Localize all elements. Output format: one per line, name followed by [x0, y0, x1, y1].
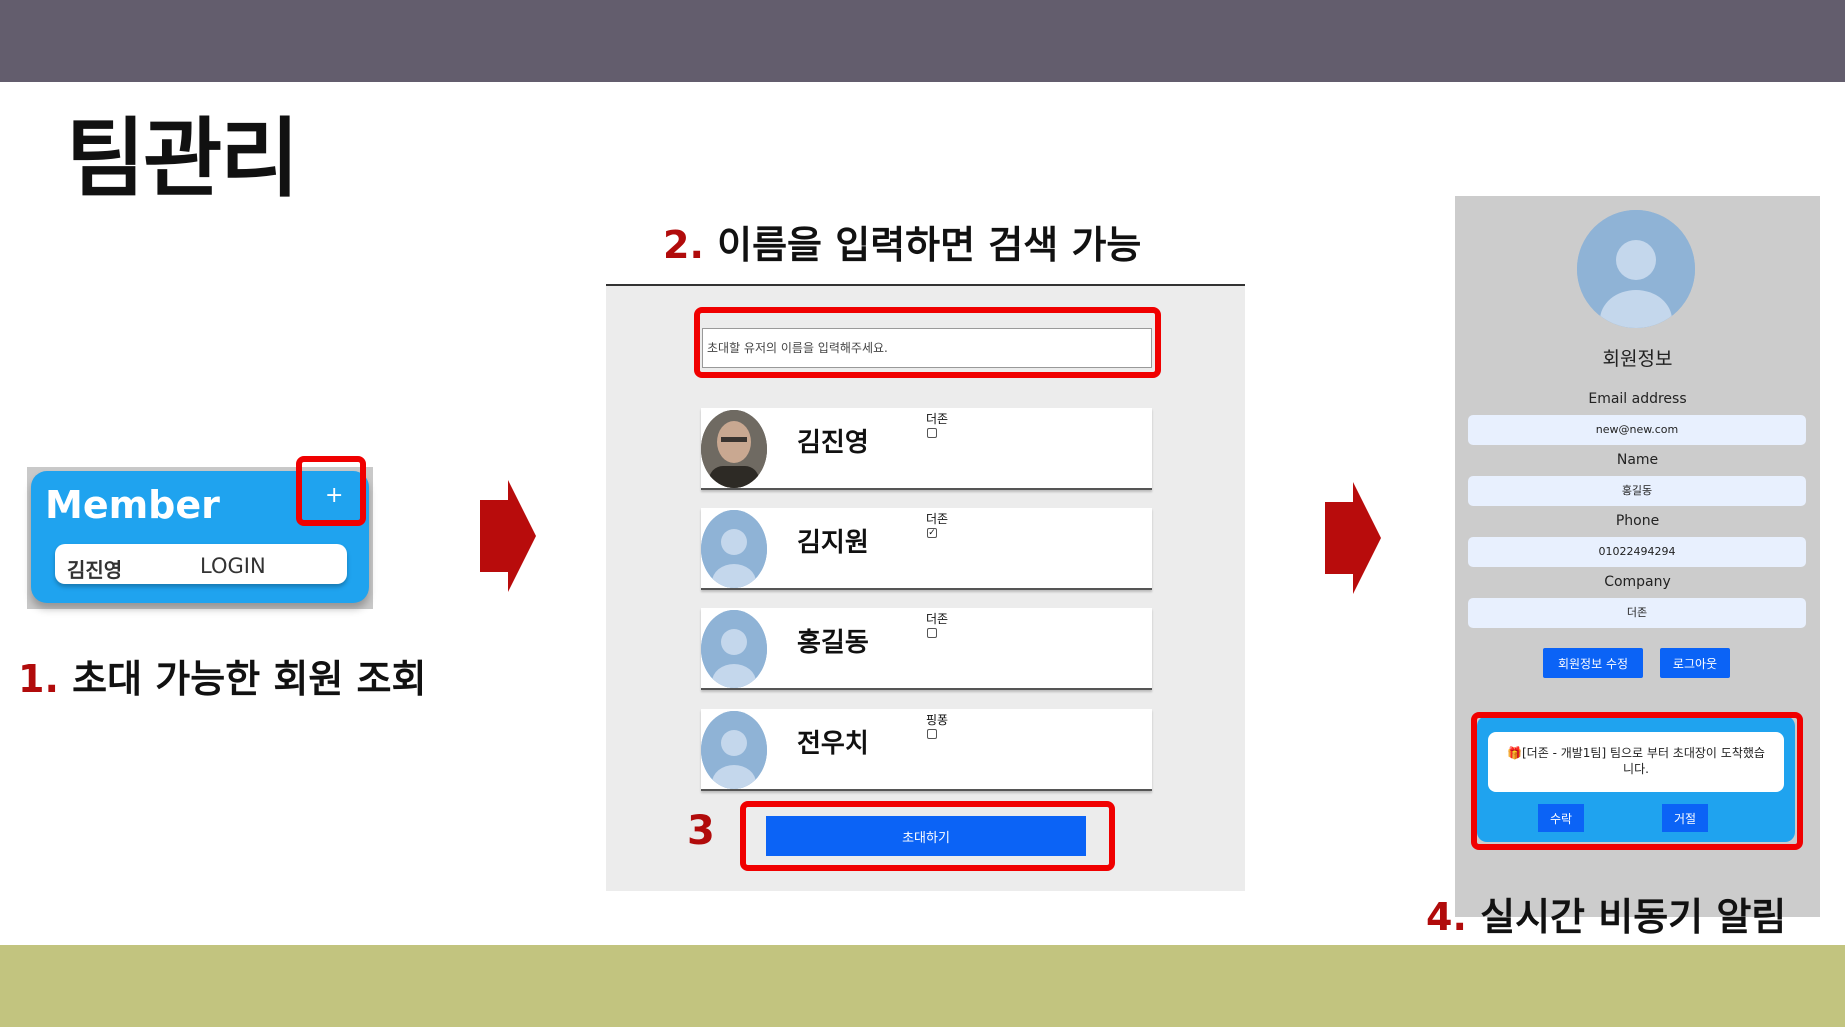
step2-number: 2. — [663, 223, 704, 267]
logout-button[interactable]: 로그아웃 — [1660, 648, 1730, 678]
member-name: 김진영 — [67, 558, 123, 582]
notification-message: [더존 - 개발1팀] 팀으로 부터 초대장이 도착했습니다. — [1522, 746, 1765, 776]
user-card[interactable]: 전우치 핑퐁 — [701, 709, 1152, 791]
invite-checkbox[interactable] — [927, 428, 937, 438]
user-card[interactable]: 김진영 더존 — [701, 408, 1152, 490]
phone-label: Phone — [1615, 513, 1660, 529]
slide-title: 팀관리 — [66, 109, 299, 209]
step2-text: 이름을 입력하면 검색 가능 — [703, 223, 1142, 267]
company-field[interactable]: 더존 — [1468, 598, 1806, 628]
step1-caption: 1. 초대 가능한 회원 조회 — [18, 648, 426, 703]
notification-card: 🎁[더존 - 개발1팀] 팀으로 부터 초대장이 도착했습니다. — [1488, 732, 1784, 792]
notification-box: 🎁[더존 - 개발1팀] 팀으로 부터 초대장이 도착했습니다. 수락 거절 — [1477, 716, 1795, 842]
invite-button[interactable]: 초대하기 — [766, 816, 1086, 856]
user-company: 핑퐁 — [926, 713, 949, 727]
user-company: 더존 — [926, 512, 949, 526]
step1-text: 초대 가능한 회원 조회 — [58, 657, 427, 701]
profile-heading: 회원정보 — [1602, 348, 1673, 370]
user-name: 김진영 — [797, 428, 869, 458]
user-photo-avatar — [701, 410, 767, 488]
right-arrow-icon — [1325, 482, 1381, 594]
login-status: LOGIN — [200, 554, 266, 578]
default-avatar-icon — [701, 711, 767, 789]
top-banner — [0, 0, 1845, 82]
user-search-input[interactable] — [702, 328, 1152, 368]
reject-button[interactable]: 거절 — [1662, 804, 1708, 832]
user-card[interactable]: 김지원 더존 ✓ — [701, 508, 1152, 590]
step3-number: 3 — [687, 808, 715, 854]
profile-panel: 회원정보 Email address new@new.com Name 홍길동 … — [1455, 196, 1820, 917]
user-card[interactable]: 홍길동 더존 — [701, 608, 1152, 690]
user-name: 전우치 — [797, 729, 869, 759]
email-field[interactable]: new@new.com — [1468, 415, 1806, 445]
step4-text: 실시간 비동기 알림 — [1466, 895, 1787, 939]
user-company: 더존 — [926, 612, 949, 626]
bottom-banner — [0, 945, 1845, 1027]
member-card: Member + 김진영 LOGIN — [31, 471, 369, 603]
member-widget-screenshot: Member + 김진영 LOGIN — [27, 467, 373, 609]
step4-caption: 4. 실시간 비동기 알림 — [1426, 886, 1786, 941]
add-member-icon[interactable]: + — [325, 483, 343, 508]
invite-checkbox[interactable] — [927, 729, 937, 739]
default-avatar-icon — [701, 610, 767, 688]
right-arrow-icon — [480, 480, 536, 592]
invite-checkbox-checked[interactable]: ✓ — [927, 528, 937, 538]
invite-checkbox[interactable] — [927, 628, 937, 638]
gift-icon: 🎁 — [1507, 746, 1522, 760]
name-label: Name — [1616, 452, 1659, 468]
company-label: Company — [1604, 574, 1671, 590]
default-avatar-icon — [701, 510, 767, 588]
member-row[interactable]: 김진영 LOGIN — [55, 544, 347, 584]
slide: 팀관리 Member + 김진영 LOGIN 1. 초대 가능한 회원 조회 2… — [0, 0, 1845, 1027]
member-card-title: Member — [45, 483, 220, 527]
user-company: 더존 — [926, 412, 949, 426]
phone-field[interactable]: 01022494294 — [1468, 537, 1806, 567]
profile-avatar-icon — [1577, 210, 1695, 328]
user-name: 홍길동 — [797, 628, 869, 658]
name-field[interactable]: 홍길동 — [1468, 476, 1806, 506]
edit-profile-button[interactable]: 회원정보 수정 — [1543, 648, 1643, 678]
step4-number: 4. — [1426, 895, 1467, 939]
step1-number: 1. — [18, 657, 59, 701]
accept-button[interactable]: 수락 — [1538, 804, 1584, 832]
user-name: 김지원 — [797, 528, 869, 558]
invite-panel: 김진영 더존 김지원 더존 ✓ 홍길동 더존 전우치 핑퐁 — [606, 284, 1245, 891]
step2-caption: 2. 이름을 입력하면 검색 가능 — [663, 214, 1141, 269]
email-label: Email address — [1588, 391, 1687, 407]
